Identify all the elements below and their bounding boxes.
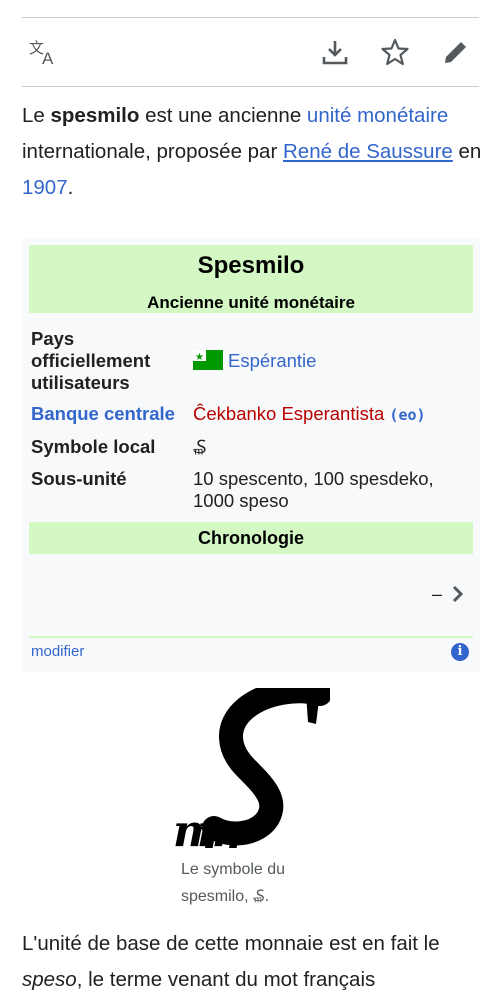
infobox-value: ★ Espérantie — [193, 350, 472, 372]
infobox-modifier-link[interactable]: modifier — [31, 643, 84, 660]
esperanto-flag-icon: ★ — [193, 350, 223, 370]
infobox-row-banque: Banque centrale Ĉekbanko Esperantista (e… — [31, 403, 472, 429]
link-esperantie[interactable]: Espérantie — [228, 350, 316, 371]
link-cekbanko-esperantista[interactable]: Ĉekbanko Esperantista — [193, 403, 384, 424]
pencil-icon — [445, 39, 469, 63]
watch-star-button[interactable] — [379, 36, 411, 68]
star-icon — [381, 38, 409, 66]
toolbar-divider — [22, 86, 479, 87]
infobox-label: Sous-unité — [31, 468, 127, 489]
infobox-value: ₷ — [193, 436, 207, 457]
infobox-label: Symbole local — [31, 436, 156, 457]
link-banque-centrale[interactable]: Banque centrale — [31, 403, 191, 425]
edit-button[interactable] — [440, 36, 472, 68]
download-button[interactable] — [319, 36, 351, 68]
figure-caption: Le symbole du spesmilo, ₷. — [181, 861, 286, 905]
infobox: Spesmilo Ancienne unité monétaire Pays o… — [22, 238, 480, 672]
spesmilo-symbol-image[interactable]: ɱ ɱ — [170, 679, 332, 857]
svg-text:ɱ: ɱ — [196, 806, 243, 848]
chronology-dash: – — [431, 584, 442, 604]
chevron-right-icon — [452, 585, 464, 603]
link-1907[interactable]: 1907 — [22, 176, 68, 199]
infobox-row-symbole: Symbole local ₷ — [31, 436, 472, 462]
infobox-subtitle: Ancienne unité monétaire — [147, 293, 355, 312]
infobox-header: Spesmilo Ancienne unité monétaire — [29, 245, 473, 313]
link-rene-de-saussure[interactable]: René de Saussure — [283, 140, 453, 163]
infobox-value: Ĉekbanko Esperantista (eo) — [193, 403, 472, 426]
link-unite-monetaire[interactable]: unité monétaire — [307, 104, 448, 127]
language-button[interactable]: 文 A — [28, 36, 60, 68]
article-subject: spesmilo — [50, 104, 140, 127]
infobox-value: 10 spescento, 100 spesdeko, 1000 speso — [193, 468, 434, 511]
lead-paragraph: Le spesmilo est une ancienne unité monét… — [22, 104, 482, 199]
infobox-row-sous-unite: Sous-unité 10 spescento, 100 spesdeko, 1… — [31, 468, 472, 514]
download-icon — [322, 41, 348, 65]
top-divider — [22, 17, 479, 18]
translate-icon: 文 A — [29, 39, 54, 66]
infobox-label: Pays officiellement utilisateurs — [31, 328, 151, 393]
svg-text:A: A — [42, 49, 54, 66]
language-code[interactable]: (eo) — [389, 406, 425, 424]
infobox-title: Spesmilo — [197, 252, 305, 279]
chronology-next-button[interactable] — [448, 582, 468, 606]
infobox-row-pays: Pays officiellement utilisateurs ★ Espéra… — [31, 328, 472, 394]
infobox-footer-divider — [29, 636, 473, 638]
body-paragraph: L'unité de base de cette monnaie est en … — [22, 932, 440, 991]
infobox-chronology-header: Chronologie — [29, 522, 473, 554]
page-actions-toolbar: 文 A — [22, 30, 479, 74]
info-icon[interactable]: i — [451, 643, 469, 661]
